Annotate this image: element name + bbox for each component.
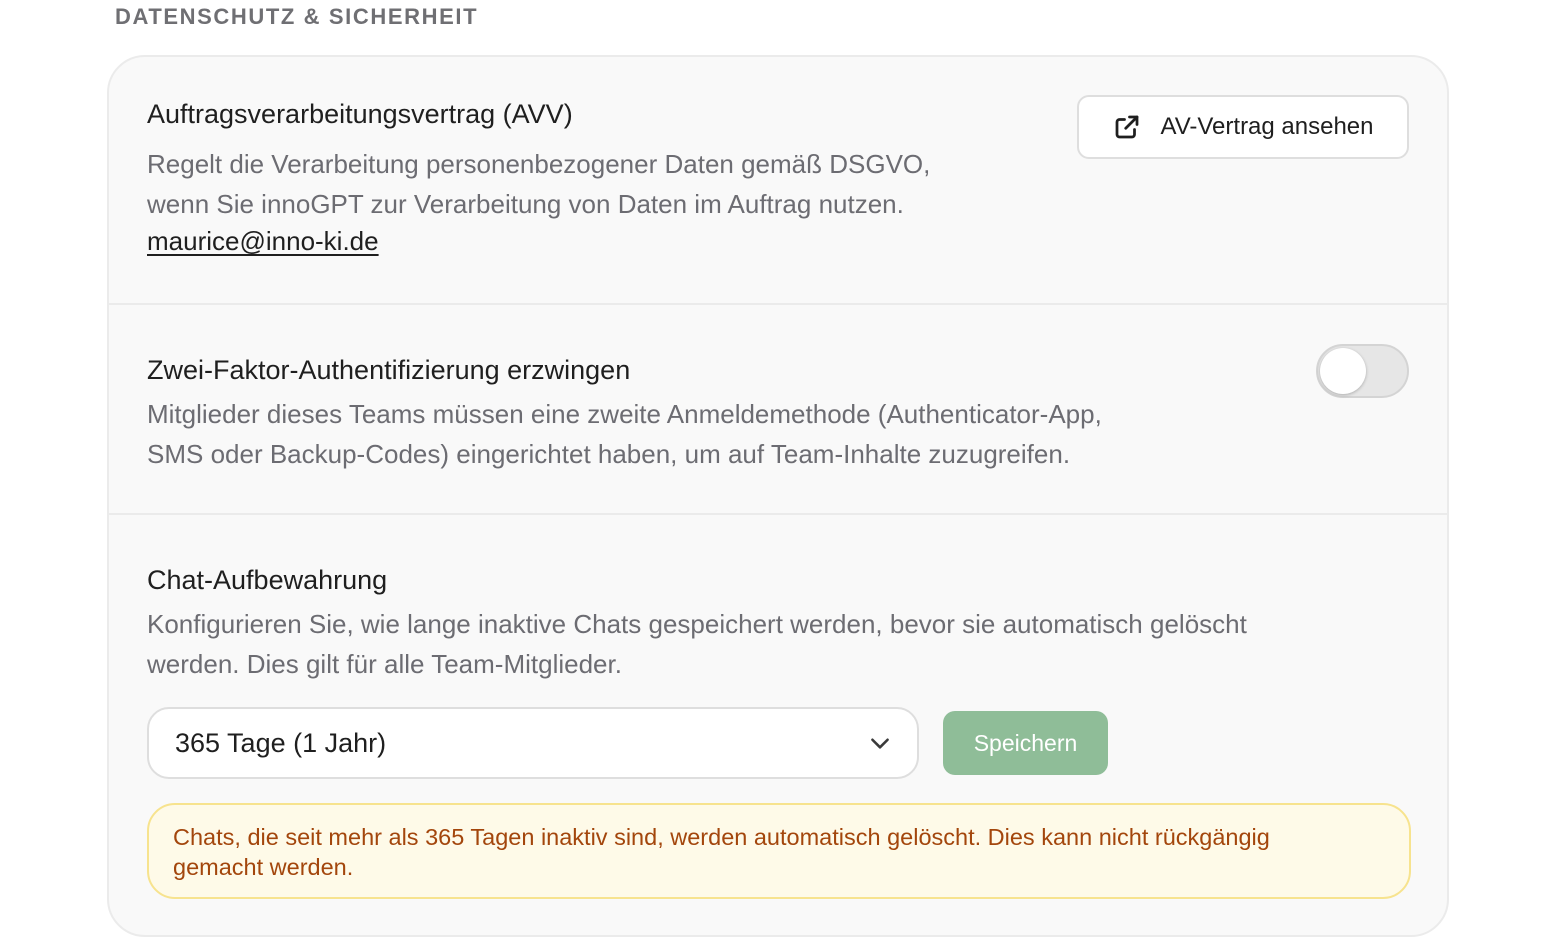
two-factor-toggle[interactable] bbox=[1316, 344, 1409, 398]
avv-title: Auftragsverarbeitungsvertrag (AVV) bbox=[147, 99, 573, 129]
avv-description-line1: Regelt die Verarbeitung personenbezogene… bbox=[147, 149, 931, 179]
retention-description-line1: Konfigurieren Sie, wie lange inaktive Ch… bbox=[147, 609, 1247, 639]
retention-warning: Chats, die seit mehr als 365 Tagen inakt… bbox=[147, 803, 1411, 899]
toggle-knob bbox=[1320, 348, 1366, 394]
warning-line1: Chats, die seit mehr als 365 Tagen inakt… bbox=[173, 824, 1270, 850]
two-factor-description-line1: Mitglieder dieses Teams müssen eine zwei… bbox=[147, 399, 1102, 429]
chevron-down-icon bbox=[871, 738, 889, 749]
retention-title: Chat-Aufbewahrung bbox=[147, 565, 388, 595]
view-avv-button[interactable]: AV-Vertrag ansehen bbox=[1077, 95, 1409, 159]
warning-line2: gemacht werden. bbox=[173, 854, 354, 880]
view-avv-button-label: AV-Vertrag ansehen bbox=[1160, 113, 1374, 140]
section-title: DATENSCHUTZ & SICHERHEIT bbox=[115, 4, 479, 29]
two-factor-description-line2: SMS oder Backup-Codes) eingerichtet habe… bbox=[147, 439, 1071, 469]
retention-select[interactable]: 365 Tage (1 Jahr) bbox=[147, 707, 919, 779]
privacy-security-card: Auftragsverarbeitungsvertrag (AVV) Regel… bbox=[107, 55, 1449, 937]
divider bbox=[109, 303, 1447, 305]
avv-description-line2: wenn Sie innoGPT zur Verarbeitung von Da… bbox=[147, 189, 904, 219]
save-button[interactable]: Speichern bbox=[943, 711, 1108, 775]
retention-description-line2: werden. Dies gilt für alle Team-Mitglied… bbox=[147, 649, 622, 679]
divider bbox=[109, 513, 1447, 515]
avv-email-link[interactable]: maurice@inno-ki.de bbox=[147, 226, 379, 257]
retention-selected-value: 365 Tage (1 Jahr) bbox=[175, 727, 387, 758]
two-factor-title: Zwei-Faktor-Authentifizierung erzwingen bbox=[147, 355, 631, 385]
external-link-icon bbox=[1116, 115, 1139, 139]
